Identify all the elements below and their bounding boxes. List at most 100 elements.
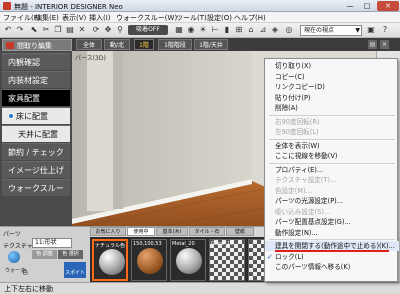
shape-select[interactable]: 11:形状 (32, 238, 72, 248)
nav-check[interactable]: 節約 / チェック (2, 143, 70, 160)
parts-panel: パーツ テクスチャ 11:形状 色 調整 色 選択 色 ウォーク スポイト (0, 226, 90, 282)
delete-icon[interactable]: ✕ (77, 25, 87, 35)
ctx-delete[interactable]: 削除(A) (265, 103, 399, 113)
ctx-base-point-settings[interactable]: パーツ配置基点設定(G)... (265, 217, 399, 227)
tab-favorites[interactable]: お気に入り (90, 227, 126, 236)
ctx-separator (269, 162, 395, 164)
ctx-paste[interactable]: 貼り付け(P) (265, 93, 399, 103)
eyedropper-label: スポイト (64, 270, 85, 276)
material-thumb[interactable]: Glass_15 (209, 239, 245, 281)
highlight-underline (275, 250, 389, 252)
ctx-rotate-right[interactable]: 右90度回転(R) (265, 117, 399, 127)
tab-in-use[interactable]: 使用中 (127, 227, 155, 236)
ctx-rotate-left[interactable]: 左90度回転(L) (265, 127, 399, 137)
copy-icon[interactable]: ❐ (53, 25, 63, 35)
material-name: ナチュラル色 (95, 243, 126, 249)
nav-interior-check[interactable]: 内観確認 (2, 53, 70, 70)
render-icon[interactable]: ◈ (270, 25, 280, 35)
nav-furniture-placement[interactable]: 家具配置 (2, 89, 70, 106)
ctx-properties[interactable]: プロパティ(E)... (265, 165, 399, 175)
menu-view[interactable]: 表示(V) (62, 13, 86, 23)
maximize-button[interactable]: □ (359, 1, 375, 11)
left-nav-panel: 内観確認 内装材設定 家具配置 床に配置 天井に配置 節約 / チェック イメー… (0, 51, 72, 226)
panel-close-icon[interactable]: ✕ (380, 40, 389, 49)
texture-label: テクスチャ (3, 243, 33, 250)
menu-edit[interactable]: 編集(E) (35, 13, 59, 23)
help-icon[interactable]: ? (380, 25, 390, 35)
ctx-cut[interactable]: 切り取り(X) (265, 61, 399, 71)
ctx-goto-part[interactable]: このパーツ情報へ移る(K) (265, 262, 399, 272)
eye-icon[interactable]: ◎ (284, 25, 294, 35)
light-icon[interactable]: ☀ (198, 25, 208, 35)
floorplan-edit-tab[interactable]: 間取り編集 (2, 39, 72, 51)
globe-icon[interactable] (8, 251, 20, 263)
door-icon[interactable]: ⌂ (246, 25, 256, 35)
ctx-color-settings[interactable]: 色設定(M)... (265, 186, 399, 196)
nav-floor-placement-label: 床に配置 (16, 112, 48, 121)
rotate-icon[interactable]: ⟳ (91, 25, 101, 35)
menu-walkthrough[interactable]: ウォークスルー(W) (116, 13, 177, 23)
menu-tools[interactable]: ツール(T) (176, 13, 207, 23)
close-button[interactable]: ✕ (377, 1, 399, 11)
tab-tile-stone[interactable]: タイル・石 (189, 227, 225, 236)
nav-material-settings[interactable]: 内装材設定 (2, 71, 70, 88)
ctx-motion-settings[interactable]: 動作設定(N)... (265, 228, 399, 238)
panel-icon[interactable]: ▤ (368, 40, 377, 49)
tab-floor-1-ceiling[interactable]: 1階/天井 (194, 39, 228, 50)
redo-icon[interactable]: ↷ (15, 25, 25, 35)
viewpoint-select[interactable]: 現在の視点 ▼ (300, 25, 362, 36)
nav-floor-placement[interactable]: 床に配置 (2, 107, 70, 124)
ctx-texture-settings[interactable]: テクスチャ設定(T)... (265, 175, 399, 185)
status-bar: 上下左右に移動 (0, 282, 400, 294)
undo-icon[interactable]: ↶ (3, 25, 13, 35)
grid-icon[interactable]: ▦ (174, 25, 184, 35)
ctx-suction-settings[interactable]: 吸い込み設定(S)... (265, 207, 399, 217)
tab-basic-wood[interactable]: 基本(木) (156, 227, 188, 236)
camera-icon[interactable]: ◉ (186, 25, 196, 35)
tab-floor-1-stairs[interactable]: 1階階段 (158, 39, 192, 50)
zoom-icon[interactable]: ⚲ (115, 25, 125, 35)
tab-north[interactable]: 動/北 (104, 39, 130, 50)
ctx-copy[interactable]: コピー(C) (265, 72, 399, 82)
snap-toggle-button[interactable]: 吸着OFF (128, 25, 168, 35)
color-select-button[interactable]: 色 選択 (58, 250, 83, 259)
toolbar: ↶ ↷ ⬉ ✂ ❐ ▤ ✕ ⟳ ✥ ⚲ 吸着OFF ▦ ◉ ☀ ⊢ ▮ ⊞ ⌂ … (0, 23, 400, 38)
menu-settings[interactable]: 設定(O) (207, 13, 232, 23)
parts-label: パーツ (3, 231, 21, 238)
material-name: 150,100,53 (133, 241, 162, 247)
window-icon[interactable]: ⊞ (234, 25, 244, 35)
nav-image-finish[interactable]: イメージ仕上げ (2, 161, 70, 178)
eyedropper-button[interactable]: スポイト (64, 262, 86, 278)
ctx-show-all[interactable]: 全体を表示(W) (265, 141, 399, 151)
material-thumb[interactable]: 150,100,53 (131, 239, 167, 281)
stairs-icon[interactable]: ⊿ (258, 25, 268, 35)
tab-overall[interactable]: 全体 (76, 39, 102, 50)
minimize-button[interactable]: — (342, 1, 358, 11)
ctx-separator (269, 114, 395, 116)
select-icon[interactable]: ⬉ (29, 25, 39, 35)
nav-walkthrough[interactable]: ウォークスルー (2, 179, 70, 196)
ctx-move-view[interactable]: ここに視線を移動(V) (265, 151, 399, 161)
tab-floor-1[interactable]: 1階 (134, 39, 154, 50)
color-adjust-button[interactable]: 色 調整 (32, 250, 57, 259)
tab-wallpaper[interactable]: 壁紙 (226, 227, 254, 236)
nav-ceiling-placement[interactable]: 天井に配置 (2, 125, 70, 142)
camera-save-icon[interactable]: ▣ (366, 25, 376, 35)
paste-icon[interactable]: ▤ (65, 25, 75, 35)
floorplan-icon (6, 42, 14, 49)
app-icon (3, 2, 11, 10)
title-bar: 無題 - INTERIOR DESIGNER Neo — □ ✕ (0, 0, 400, 12)
material-thumb[interactable]: Metal_20 (170, 239, 206, 281)
ctx-lock[interactable]: ✓ ロック(L) (265, 252, 399, 262)
viewport-label: パース(3D) (75, 55, 106, 62)
ctx-light-settings[interactable]: パーツの光源設定(P)... (265, 196, 399, 206)
tab-strip: 間取り編集 全体 動/北 1階 1階階段 1階/天井 ▤ ✕ (0, 38, 400, 51)
move-icon[interactable]: ✥ (103, 25, 113, 35)
cut-icon[interactable]: ✂ (41, 25, 51, 35)
wall-icon[interactable]: ▮ (222, 25, 232, 35)
menu-help[interactable]: ヘルプ(H) (234, 13, 266, 23)
menu-insert[interactable]: 挿入(I) (89, 13, 111, 23)
material-thumb[interactable]: ナチュラル色 (92, 239, 128, 281)
ctx-link-copy[interactable]: リンクコピー(D) (265, 82, 399, 92)
measure-icon[interactable]: ⊢ (210, 25, 220, 35)
